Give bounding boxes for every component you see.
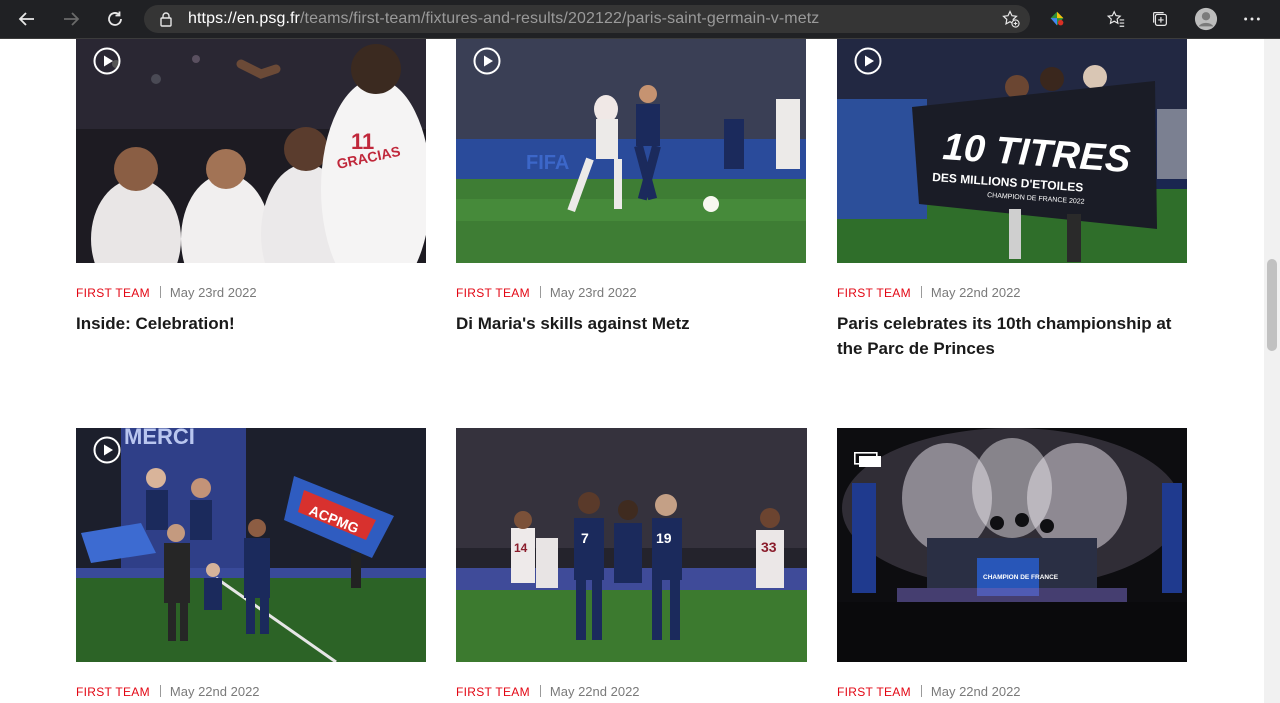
url-path: /teams/first-team/fixtures-and-results/2… <box>299 10 820 27</box>
more-menu-icon[interactable] <box>1241 8 1263 30</box>
shirt-number-text: 7 <box>581 530 589 546</box>
card-thumbnail[interactable]: CHAMPION DE FRANCE <box>837 428 1187 662</box>
card-title[interactable]: Di Maria's skills against Metz <box>456 311 806 336</box>
lap-of-honour-photo: MERCI ACPMG <box>76 428 426 662</box>
url-text[interactable]: https://en.psg.fr/teams/first-team/fixtu… <box>188 10 819 28</box>
refresh-icon[interactable] <box>102 6 128 32</box>
card-date: May 22nd 2022 <box>549 684 640 699</box>
url-host: https://en.psg.fr <box>188 10 300 27</box>
card-title[interactable]: Paris celebrates its 10th championship a… <box>837 311 1187 361</box>
card-category[interactable]: FIRST TEAM <box>76 286 150 300</box>
title-banner-photo: 10 TITRES DES MILLIONS D'ETOILES CHAMPIO… <box>837 39 1187 263</box>
scrollbar-thumb[interactable] <box>1267 259 1277 351</box>
news-card[interactable]: CHAMPION DE FRANCE FIRST TEAM May 22nd 20… <box>837 428 1187 699</box>
card-thumbnail[interactable]: FIFA <box>456 39 806 263</box>
page-content: 11 GRACIAS FIRST TEAM May 23rd 2022 Insid… <box>0 39 1264 703</box>
video-play-icon[interactable] <box>854 47 882 75</box>
forward-arrow-icon[interactable] <box>58 6 84 32</box>
card-date: May 22nd 2022 <box>930 684 1021 699</box>
news-card[interactable]: FIFA FIRST TEAM May 23rd 2022 Di Maria's … <box>456 39 806 333</box>
card-thumbnail[interactable]: 7 19 33 14 <box>456 428 807 662</box>
shirt-number-text: 33 <box>761 539 777 555</box>
card-category[interactable]: FIRST TEAM <box>837 685 911 699</box>
svg-text:FIFA: FIFA <box>526 152 569 174</box>
card-date: May 22nd 2022 <box>169 684 260 699</box>
news-card[interactable]: 7 19 33 14 FIRST TEAM May 22nd 2022 <box>456 428 807 699</box>
video-play-icon[interactable] <box>93 47 121 75</box>
browser-toolbar: https://en.psg.fr/teams/first-team/fixtu… <box>0 0 1280 39</box>
meta-divider <box>920 286 922 298</box>
card-date: May 23rd 2022 <box>169 285 257 300</box>
video-play-icon[interactable] <box>93 436 121 464</box>
card-category[interactable]: FIRST TEAM <box>456 286 530 300</box>
profile-avatar-icon[interactable] <box>1193 6 1219 32</box>
back-arrow-icon[interactable] <box>14 6 40 32</box>
card-thumbnail[interactable]: MERCI ACPMG <box>76 428 426 662</box>
meta-divider <box>539 286 541 298</box>
photo-gallery-icon[interactable] <box>854 452 882 468</box>
address-bar[interactable]: https://en.psg.fr/teams/first-team/fixtu… <box>144 5 1030 33</box>
card-title[interactable]: Inside: Celebration! <box>76 311 426 336</box>
card-category[interactable]: FIRST TEAM <box>76 685 150 699</box>
shirt-number-text: 14 <box>514 541 528 555</box>
meta-divider <box>159 685 161 697</box>
news-card[interactable]: 10 TITRES DES MILLIONS D'ETOILES CHAMPIO… <box>837 39 1187 358</box>
card-meta: FIRST TEAM May 22nd 2022 <box>456 684 640 699</box>
favorites-icon[interactable] <box>1105 8 1127 30</box>
vertical-scrollbar[interactable] <box>1264 39 1280 703</box>
celebration-photo: 11 GRACIAS <box>76 39 426 263</box>
card-meta: FIRST TEAM May 23rd 2022 <box>456 285 637 300</box>
card-category[interactable]: FIRST TEAM <box>837 286 911 300</box>
card-meta: FIRST TEAM May 22nd 2022 <box>76 684 260 699</box>
card-thumbnail[interactable]: 11 GRACIAS <box>76 39 426 263</box>
card-meta: FIRST TEAM May 22nd 2022 <box>837 684 1021 699</box>
news-card[interactable]: 11 GRACIAS FIRST TEAM May 23rd 2022 Insid… <box>76 39 426 333</box>
card-date: May 23rd 2022 <box>549 285 637 300</box>
extension-icon[interactable] <box>1046 8 1068 30</box>
card-thumbnail[interactable]: 10 TITRES DES MILLIONS D'ETOILES CHAMPIO… <box>837 39 1187 263</box>
shirt-number-text: 19 <box>656 530 672 546</box>
trophy-podium-photo: CHAMPION DE FRANCE <box>837 428 1187 662</box>
podium-board-text: CHAMPION DE FRANCE <box>983 574 1059 581</box>
card-meta: FIRST TEAM May 23rd 2022 <box>76 285 257 300</box>
match-action-photo: FIFA <box>456 39 806 263</box>
card-date: May 22nd 2022 <box>930 285 1021 300</box>
team-huddle-photo: 7 19 33 14 <box>456 428 807 662</box>
lock-icon[interactable] <box>158 11 174 27</box>
add-favorite-icon[interactable] <box>1002 10 1020 28</box>
stadium-banner-text: MERCI <box>124 428 195 449</box>
video-play-icon[interactable] <box>473 47 501 75</box>
collections-icon[interactable] <box>1149 8 1171 30</box>
card-category[interactable]: FIRST TEAM <box>456 685 530 699</box>
meta-divider <box>920 685 922 697</box>
news-card[interactable]: MERCI ACPMG FIRST TEAM May 22nd 2022 <box>76 428 426 699</box>
meta-divider <box>159 286 161 298</box>
card-meta: FIRST TEAM May 22nd 2022 <box>837 285 1021 300</box>
meta-divider <box>539 685 541 697</box>
